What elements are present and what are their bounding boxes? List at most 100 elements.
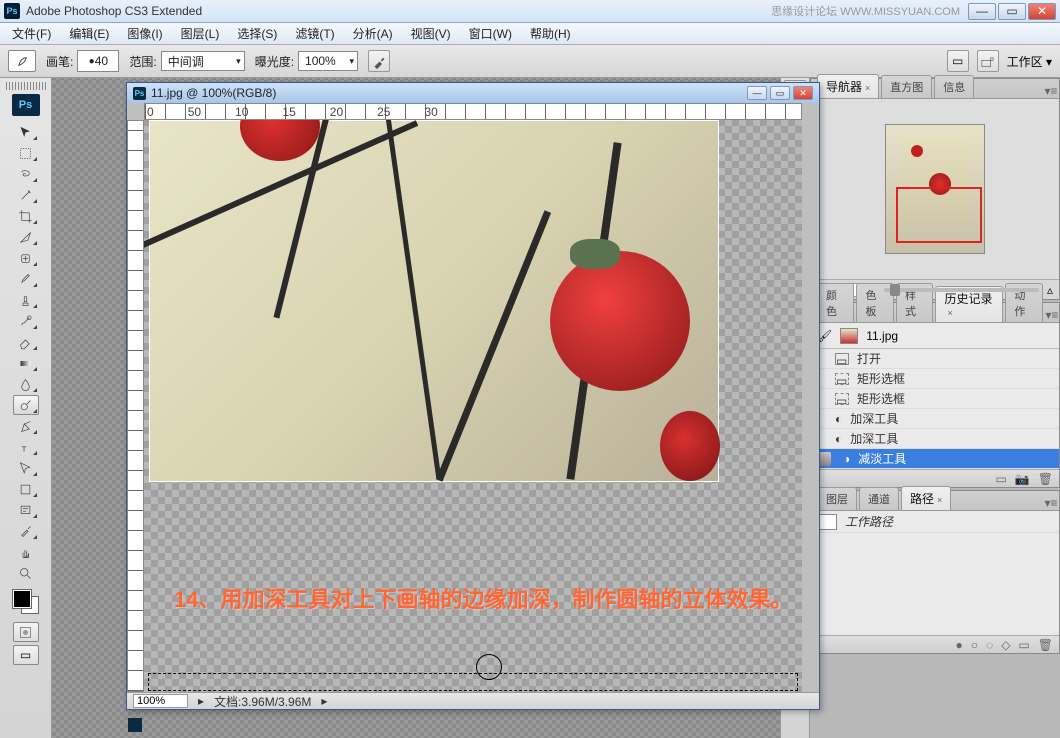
minimize-button[interactable]: — (968, 3, 996, 20)
close-button[interactable]: ✕ (1028, 3, 1056, 20)
tab-paths[interactable]: 路径× (901, 486, 951, 510)
color-swatches[interactable] (11, 588, 41, 616)
history-item[interactable]: ▭矩形选框 (811, 389, 1059, 409)
menu-image[interactable]: 图像(I) (121, 23, 168, 44)
navigator-preview[interactable] (811, 99, 1059, 279)
brush-preset[interactable]: ● 40 (77, 50, 119, 72)
bridge-icon[interactable] (977, 50, 999, 72)
path-item[interactable]: 工作路径 (811, 511, 1059, 533)
slice-tool[interactable] (13, 227, 39, 247)
quickmask-toggle[interactable] (13, 622, 39, 642)
lasso-tool[interactable] (13, 164, 39, 184)
type-tool[interactable]: T (13, 437, 39, 457)
menu-view[interactable]: 视图(V) (405, 23, 457, 44)
blur-tool[interactable] (13, 374, 39, 394)
brush-tool[interactable] (13, 269, 39, 289)
wand-tool[interactable] (13, 185, 39, 205)
notes-tool[interactable] (13, 500, 39, 520)
delete-path-icon[interactable]: 🗑 (1038, 638, 1053, 652)
snapshot-thumb[interactable] (840, 328, 858, 344)
file-browser-icon[interactable]: ▭ (947, 50, 969, 72)
panels: 导航器× 直方图 信息 ▾≡ ▴ ▵ (810, 78, 1060, 738)
menu-window[interactable]: 窗口(W) (463, 23, 518, 44)
tab-info[interactable]: 信息 (934, 75, 974, 98)
path-thumb (819, 514, 837, 530)
current-tool-icon[interactable] (8, 50, 36, 72)
zoom-slider[interactable] (884, 288, 1039, 292)
tab-histogram[interactable]: 直方图 (881, 75, 932, 98)
doc-maximize[interactable]: ▭ (770, 86, 790, 100)
eraser-tool[interactable] (13, 332, 39, 352)
svg-text:T: T (22, 444, 27, 453)
menu-analysis[interactable]: 分析(A) (347, 23, 399, 44)
history-item[interactable]: ◐加深工具 (811, 429, 1059, 449)
menu-select[interactable]: 选择(S) (231, 23, 283, 44)
menu-edit[interactable]: 编辑(E) (63, 23, 115, 44)
zoom-input[interactable] (133, 694, 188, 708)
minimized-doc-icon[interactable] (128, 718, 142, 732)
toolbox-grip[interactable] (6, 82, 46, 90)
tab-channels[interactable]: 通道 (859, 487, 899, 510)
shape-tool[interactable] (13, 479, 39, 499)
history-item[interactable]: ◐加深工具 (811, 409, 1059, 429)
stamp-tool[interactable] (13, 290, 39, 310)
panel-menu-icon[interactable]: ▾≡ (1043, 84, 1059, 98)
navigator-viewport[interactable] (896, 187, 982, 243)
tab-layers[interactable]: 图层 (817, 487, 857, 510)
ruler-vertical[interactable] (127, 120, 144, 692)
zoom-tool[interactable] (13, 563, 39, 583)
fill-path-icon[interactable]: ● (956, 638, 963, 652)
menu-layer[interactable]: 图层(L) (175, 23, 226, 44)
workspace-label[interactable]: 工作区 ▾ (1007, 53, 1052, 70)
history-brush-tool[interactable] (13, 311, 39, 331)
gradient-tool[interactable] (13, 353, 39, 373)
document-area: Ps 11.jpg @ 100%(RGB/8) — ▭ ✕ 0501015202… (52, 78, 780, 738)
history-item[interactable]: ▭打开 (811, 349, 1059, 369)
trash-icon[interactable]: 🗑 (1038, 472, 1053, 486)
status-arrow[interactable]: ▸ (198, 694, 204, 708)
history-item[interactable]: ▭矩形选框 (811, 369, 1059, 389)
snapshot-name[interactable]: 11.jpg (866, 329, 898, 343)
panel-menu-icon[interactable]: ▾≡ (1043, 496, 1059, 510)
tab-navigator[interactable]: 导航器× (817, 74, 879, 98)
airbrush-toggle[interactable] (368, 50, 390, 72)
panel-menu-icon[interactable]: ▾≡ (1045, 308, 1059, 322)
new-path-icon[interactable]: ▭ (1018, 638, 1029, 652)
fg-color[interactable] (13, 590, 31, 608)
move-tool[interactable] (13, 122, 39, 142)
crop-tool[interactable] (13, 206, 39, 226)
range-dropdown[interactable]: 中间调 (161, 51, 245, 71)
path-to-sel-icon[interactable]: ◌ (986, 638, 993, 652)
screenmode-toggle[interactable]: ▭ (13, 645, 39, 665)
history-item-current[interactable]: ◑减淡工具 (811, 449, 1059, 469)
sel-to-path-icon[interactable]: ◇ (1001, 638, 1010, 652)
menu-filter[interactable]: 滤镜(T) (289, 23, 340, 44)
path-select-tool[interactable] (13, 458, 39, 478)
pen-tool[interactable] (13, 416, 39, 436)
snapshot-icon[interactable]: 📷 (1015, 472, 1030, 486)
range-label: 范围: (129, 53, 156, 70)
menu-file[interactable]: 文件(F) (6, 23, 57, 44)
exposure-dropdown[interactable]: 100% (298, 51, 358, 71)
ruler-horizontal[interactable]: 0501015202530 (144, 103, 802, 120)
new-doc-icon[interactable]: ▭ (995, 472, 1006, 486)
ps-logo: Ps (12, 94, 40, 116)
eyedropper-tool[interactable] (13, 521, 39, 541)
tab-color[interactable]: 颜色 (817, 283, 854, 322)
history-list: ▭打开 ▭矩形选框 ▭矩形选框 ◐加深工具 ◐加深工具 ◑减淡工具 (811, 349, 1059, 469)
status-arrow2[interactable]: ▸ (321, 694, 327, 708)
healing-tool[interactable] (13, 248, 39, 268)
maximize-button[interactable]: ▭ (998, 3, 1026, 20)
document-titlebar[interactable]: Ps 11.jpg @ 100%(RGB/8) — ▭ ✕ (127, 83, 819, 103)
canvas[interactable]: 14、用加深工具对上下画轴的边缘加深，制作圆轴的立体效果。 (144, 120, 802, 692)
document-window: Ps 11.jpg @ 100%(RGB/8) — ▭ ✕ 0501015202… (126, 82, 820, 710)
dodge-tool[interactable] (13, 395, 39, 415)
stroke-path-icon[interactable]: ○ (971, 638, 978, 652)
doc-minimize[interactable]: — (747, 86, 767, 100)
menu-help[interactable]: 帮助(H) (524, 23, 577, 44)
zoom-in-icon[interactable]: ▵ (1047, 283, 1053, 297)
image-content (149, 120, 719, 482)
hand-tool[interactable] (13, 542, 39, 562)
marquee-tool[interactable] (13, 143, 39, 163)
doc-close[interactable]: ✕ (793, 86, 813, 100)
